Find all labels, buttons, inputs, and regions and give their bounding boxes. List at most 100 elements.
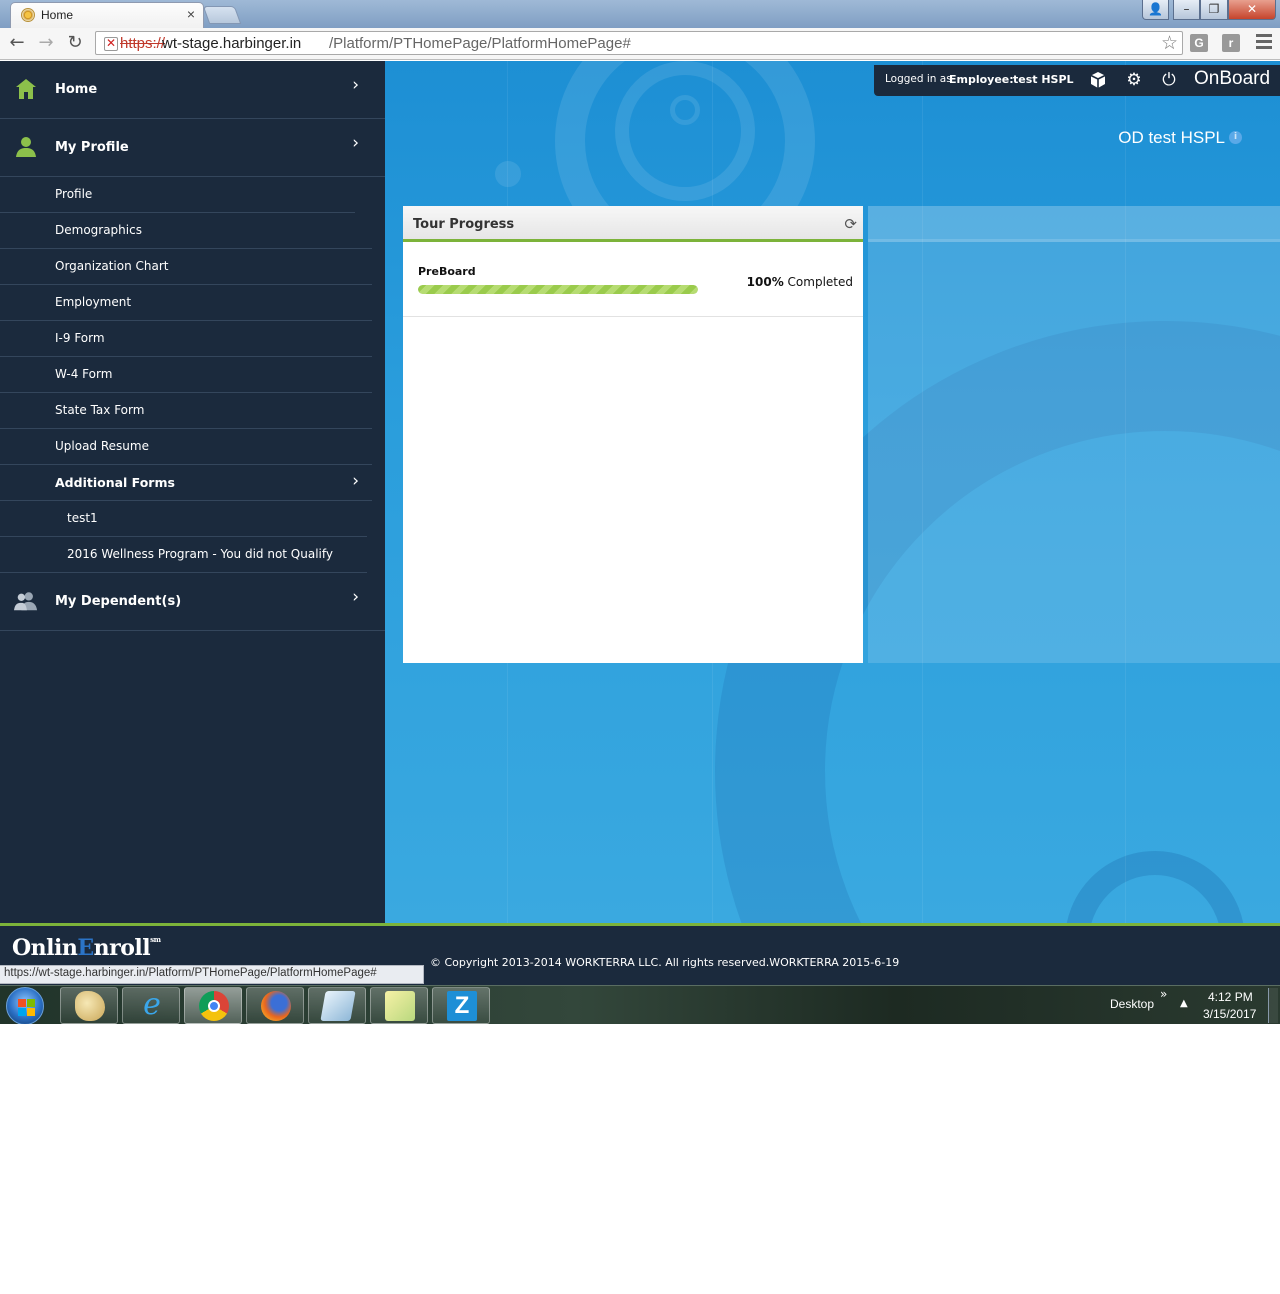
power-icon[interactable]: ⏻ bbox=[1159, 70, 1179, 90]
sidebar-item-profile[interactable]: Profile bbox=[0, 177, 355, 213]
clock-date[interactable]: 3/15/2017 bbox=[1203, 1007, 1256, 1021]
progress-bar bbox=[418, 285, 698, 294]
sidebar-item-label: W-4 Form bbox=[55, 367, 113, 381]
home-icon bbox=[16, 79, 36, 99]
new-tab-button[interactable] bbox=[202, 6, 242, 24]
sidebar-item-label: Employment bbox=[55, 295, 132, 309]
settings-gear-icon[interactable]: ⚙ bbox=[1124, 70, 1144, 90]
user-bar: Logged in as Employee: test HSPL ⚙ ⏻ OnB… bbox=[874, 65, 1280, 96]
sidebar-item-test1[interactable]: test1 bbox=[0, 501, 367, 537]
taskbar-sticky-notes-icon[interactable] bbox=[370, 987, 428, 1024]
completed-label: Completed bbox=[787, 275, 853, 289]
panel-header bbox=[868, 206, 1280, 242]
logo-part: sm bbox=[150, 935, 161, 944]
percent-completed: 100% Completed bbox=[747, 275, 853, 289]
logged-in-role: Employee: bbox=[949, 73, 1014, 86]
desktop-toolbar-label[interactable]: Desktop bbox=[1110, 997, 1154, 1011]
reload-button[interactable]: ↻ bbox=[63, 32, 87, 56]
sidebar-item-label: Additional Forms bbox=[55, 475, 175, 490]
tab-close-icon[interactable]: × bbox=[187, 6, 195, 22]
logo-part: Onlin bbox=[12, 935, 78, 961]
tab-title: Home bbox=[41, 8, 74, 22]
maximize-button[interactable]: ❐ bbox=[1200, 0, 1228, 20]
sidebar-item-label: 2016 Wellness Program - You did not Qual… bbox=[67, 547, 333, 561]
sidebar-item-label: Demographics bbox=[55, 223, 142, 237]
sidebar-item-label: My Dependent(s) bbox=[55, 594, 182, 609]
browser-tab-home[interactable]: Home × bbox=[10, 2, 204, 28]
browser-toolbar: ← → ↻ https:// wt-stage.harbinger.in /Pl… bbox=[0, 28, 1280, 60]
start-button[interactable] bbox=[6, 987, 44, 1024]
chevron-right-icon: › bbox=[352, 75, 359, 95]
url-path: /Platform/PTHomePage/PlatformHomePage# bbox=[329, 35, 631, 52]
sidebar-item-my-dependents[interactable]: My Dependent(s) › bbox=[0, 573, 385, 631]
sidebar-item-upload-resume[interactable]: Upload Resume bbox=[0, 429, 372, 465]
favicon-icon bbox=[21, 8, 35, 22]
tour-progress-card: Tour Progress ⟳ PreBoard 100% Completed bbox=[403, 206, 863, 663]
sidebar-item-wellness-program[interactable]: 2016 Wellness Program - You did not Qual… bbox=[0, 537, 367, 573]
taskbar-firefox-icon[interactable] bbox=[246, 987, 304, 1024]
browser-menu-icon[interactable] bbox=[1256, 34, 1272, 52]
chevron-right-icon: › bbox=[352, 471, 359, 491]
chevron-right-icon: › bbox=[352, 133, 359, 153]
sidebar-item-label: Organization Chart bbox=[55, 259, 169, 273]
stage-name: PreBoard bbox=[418, 265, 476, 278]
percent-sign: % bbox=[771, 275, 784, 289]
logged-in-prefix: Logged in as bbox=[885, 73, 952, 85]
logo-part: E bbox=[77, 935, 94, 961]
taskbar-ie-icon[interactable]: e bbox=[122, 987, 180, 1024]
windows-taskbar: e Z Desktop » ▲ 4:12 PM 3/15/2017 bbox=[0, 985, 1280, 1024]
sidebar-item-demographics[interactable]: Demographics bbox=[0, 213, 372, 249]
extension-g-icon[interactable]: G bbox=[1190, 34, 1208, 52]
sidebar-item-employment[interactable]: Employment bbox=[0, 285, 372, 321]
z-app-label: Z bbox=[447, 991, 477, 1021]
percent-value: 100 bbox=[746, 275, 772, 289]
sidebar-item-w4-form[interactable]: W-4 Form bbox=[0, 357, 372, 393]
chevron-right-icon: › bbox=[352, 587, 359, 607]
sidebar-item-i9-form[interactable]: I-9 Form bbox=[0, 321, 372, 357]
profile-button[interactable]: 👤 bbox=[1142, 0, 1169, 20]
company-name: OD test HSPL bbox=[1118, 128, 1225, 147]
browser-titlebar: Home × 👤 – ❐ ✕ bbox=[0, 0, 1280, 28]
tray-expand-icon[interactable]: ▲ bbox=[1180, 998, 1188, 1009]
url-host: wt-stage.harbinger.in bbox=[162, 35, 302, 52]
taskbar-z-app-icon[interactable]: Z bbox=[432, 987, 490, 1024]
extension-r-icon[interactable]: r bbox=[1222, 34, 1240, 52]
address-bar[interactable]: https:// wt-stage.harbinger.in /Platform… bbox=[95, 31, 1183, 55]
empty-panel bbox=[868, 206, 1280, 663]
brand-onboard: OnBoard bbox=[1194, 68, 1271, 89]
sidebar-item-home[interactable]: Home › bbox=[0, 61, 385, 119]
sidebar-item-label: Home bbox=[55, 82, 98, 97]
minimize-button[interactable]: – bbox=[1173, 0, 1200, 20]
refresh-icon[interactable]: ⟳ bbox=[844, 215, 857, 233]
sidebar-item-label: My Profile bbox=[55, 140, 129, 155]
sidebar-item-label: Upload Resume bbox=[55, 439, 149, 453]
background-decoration bbox=[495, 161, 521, 187]
background-decoration bbox=[615, 61, 755, 201]
info-icon[interactable]: i bbox=[1229, 131, 1242, 144]
close-window-button[interactable]: ✕ bbox=[1228, 0, 1276, 20]
sidebar-item-my-profile[interactable]: My Profile › bbox=[0, 119, 385, 177]
sidebar-item-label: State Tax Form bbox=[55, 403, 145, 417]
clock-time[interactable]: 4:12 PM bbox=[1208, 990, 1253, 1004]
sidebar: Home › My Profile › Profile Demographics… bbox=[0, 61, 385, 923]
bookmark-star-icon[interactable]: ☆ bbox=[1161, 32, 1178, 54]
back-button[interactable]: ← bbox=[5, 32, 29, 56]
card-divider bbox=[403, 316, 863, 317]
app-page: Home › My Profile › Profile Demographics… bbox=[0, 61, 1280, 923]
logged-in-user: test HSPL bbox=[1013, 73, 1074, 86]
box-icon[interactable] bbox=[1088, 70, 1108, 90]
chevron-double-icon[interactable]: » bbox=[1160, 987, 1167, 1001]
sidebar-item-additional-forms[interactable]: Additional Forms › bbox=[0, 465, 372, 501]
person-icon bbox=[16, 137, 36, 157]
sidebar-item-state-tax-form[interactable]: State Tax Form bbox=[0, 393, 372, 429]
status-bar-url: https://wt-stage.harbinger.in/Platform/P… bbox=[0, 965, 424, 984]
show-desktop-button[interactable] bbox=[1268, 988, 1278, 1023]
copyright: © Copyright 2013-2014 WORKTERRA LLC. All… bbox=[430, 956, 900, 969]
taskbar-paint-icon[interactable] bbox=[60, 987, 118, 1024]
taskbar-chrome-icon[interactable] bbox=[184, 987, 242, 1024]
sidebar-item-label: Profile bbox=[55, 187, 93, 201]
sidebar-item-label: I-9 Form bbox=[55, 331, 105, 345]
taskbar-app-icon[interactable] bbox=[308, 987, 366, 1024]
sidebar-item-organization-chart[interactable]: Organization Chart bbox=[0, 249, 372, 285]
forward-button[interactable]: → bbox=[34, 32, 58, 56]
